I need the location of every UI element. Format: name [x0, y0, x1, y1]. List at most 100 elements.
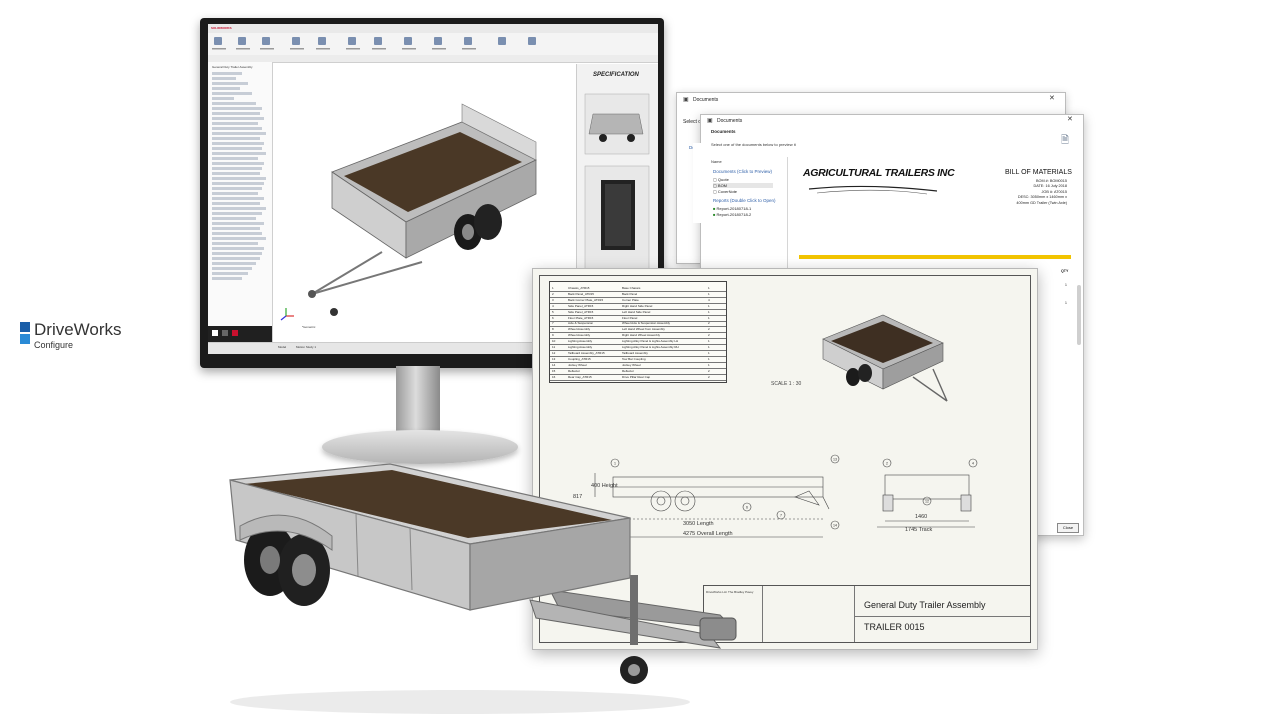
taskbar-icon: [222, 330, 228, 336]
tree-item[interactable]: [212, 132, 266, 135]
tree-item[interactable]: [212, 162, 264, 165]
tree-item[interactable]: [212, 192, 258, 195]
tree-item[interactable]: [212, 182, 264, 185]
trailer-hub: [292, 554, 316, 586]
trailer-wheel: [474, 204, 502, 240]
tree-item[interactable]: [212, 142, 264, 145]
tree-item[interactable]: [212, 77, 236, 80]
tree-item[interactable]: [212, 172, 260, 175]
callout: 12: [925, 500, 929, 504]
tree-item[interactable]: [212, 202, 260, 205]
jockey-wheel: [330, 308, 338, 316]
command-manager-ribbon[interactable]: [208, 33, 658, 56]
trailer-render: [229, 463, 737, 714]
callout: 4: [972, 462, 974, 466]
document-item-quote[interactable]: ▢ Quote: [713, 177, 729, 182]
tree-item[interactable]: [212, 157, 258, 160]
tree-item[interactable]: [212, 152, 266, 155]
drawing-title: General Duty Trailer Assembly: [864, 600, 986, 610]
tree-item[interactable]: [212, 127, 262, 130]
feature-manager-tree[interactable]: General Duty Trailer Assembly: [208, 62, 273, 342]
ribbon-tool-icon: [262, 37, 270, 45]
iso-view: [822, 314, 948, 402]
tree-item[interactable]: [212, 112, 260, 115]
window-title: Documents: [717, 118, 743, 124]
logo-name: DriveWorks: [34, 320, 122, 339]
trailer-drawbar: [311, 261, 423, 295]
document-item-bom[interactable]: ▢ BOM: [713, 183, 773, 188]
jockey-hub: [628, 664, 640, 676]
ribbon-tool-icon: [464, 37, 472, 45]
tree-item[interactable]: [212, 82, 248, 85]
tab-motion-study[interactable]: Motion Study 1: [296, 345, 316, 349]
tree-item[interactable]: [212, 102, 256, 105]
tree-item[interactable]: [212, 207, 266, 210]
tree-item[interactable]: [212, 167, 262, 170]
jockey-post: [630, 575, 638, 645]
tree-item[interactable]: [212, 197, 264, 200]
side-list[interactable]: [693, 143, 707, 223]
tree-item[interactable]: [212, 242, 258, 245]
tree-item[interactable]: [212, 122, 258, 125]
documents-heading: Documents: [711, 129, 736, 134]
drawing-number: TRAILER 0015: [864, 622, 925, 632]
view-label: *Isometric: [302, 325, 316, 329]
close-icon[interactable]: ✕: [1067, 115, 1073, 123]
tree-item[interactable]: [212, 72, 242, 75]
report-item[interactable]: ■ Report-20180718-1: [713, 206, 751, 211]
tree-item[interactable]: [212, 267, 252, 270]
col-qty: QTY: [1061, 269, 1069, 273]
tree-item[interactable]: [212, 257, 260, 260]
report-item[interactable]: ■ Report-20180718-2: [713, 212, 751, 217]
tree-item[interactable]: [212, 237, 266, 240]
ribbon-tool-icon: [528, 37, 536, 45]
document-item-covernote[interactable]: ▢ CoverNote: [713, 189, 737, 194]
tree-item[interactable]: [212, 212, 262, 215]
scrollbar[interactable]: [1077, 285, 1081, 345]
logo-square-icon: [20, 322, 30, 332]
tab-model[interactable]: Model: [278, 345, 286, 349]
tree-item[interactable]: [212, 87, 240, 90]
ribbon-tool-icon: [374, 37, 382, 45]
report-icon: ■: [713, 206, 716, 211]
monitor-stand-neck: [396, 366, 440, 436]
tree-item[interactable]: [212, 272, 248, 275]
tree-item[interactable]: [212, 262, 256, 265]
model-viewport[interactable]: *Isometric: [272, 62, 576, 332]
tree-item[interactable]: [212, 252, 262, 255]
dim-track: 1745 Track: [905, 527, 932, 533]
ribbon-tool-icon: [404, 37, 412, 45]
trailer-coupling: [308, 290, 316, 298]
ribbon-tool-icon: [434, 37, 442, 45]
reports-group-label[interactable]: Reports (Double Click to Open): [713, 198, 776, 203]
tree-item[interactable]: [212, 232, 262, 235]
yellow-divider: [799, 255, 1071, 259]
triad-icon: [280, 308, 294, 321]
tree-item[interactable]: [212, 117, 264, 120]
tree-item[interactable]: [212, 92, 252, 95]
tree-item[interactable]: [212, 247, 264, 250]
ribbon-tool-icon: [498, 37, 506, 45]
title-block-divider: [854, 616, 1030, 617]
tree-top-item[interactable]: General Duty Trailer Assembly: [212, 65, 253, 69]
tree-item[interactable]: [212, 107, 262, 110]
tree-item[interactable]: [212, 177, 266, 180]
tree-item[interactable]: [212, 222, 264, 225]
bom-row-qty: 1: [1065, 301, 1067, 305]
tree-item[interactable]: [212, 137, 260, 140]
tree-item[interactable]: [212, 217, 256, 220]
ribbon-tool-icon: [348, 37, 356, 45]
close-icon[interactable]: ✕: [1049, 94, 1055, 102]
tree-item[interactable]: [212, 227, 260, 230]
callout: 2: [886, 462, 888, 466]
tree-item[interactable]: [212, 187, 262, 190]
documents-group-label[interactable]: Documents (Click to Preview): [713, 169, 772, 174]
tree-item[interactable]: [212, 97, 234, 100]
callout: 7: [780, 514, 782, 518]
ribbon-tool-icon: [318, 37, 326, 45]
tree-item[interactable]: [212, 277, 242, 280]
close-button[interactable]: Close: [1057, 523, 1079, 533]
trailer-shadow: [230, 690, 690, 714]
tree-item[interactable]: [212, 147, 262, 150]
documents-instruction: Select one of the documents below to pre…: [711, 142, 796, 147]
